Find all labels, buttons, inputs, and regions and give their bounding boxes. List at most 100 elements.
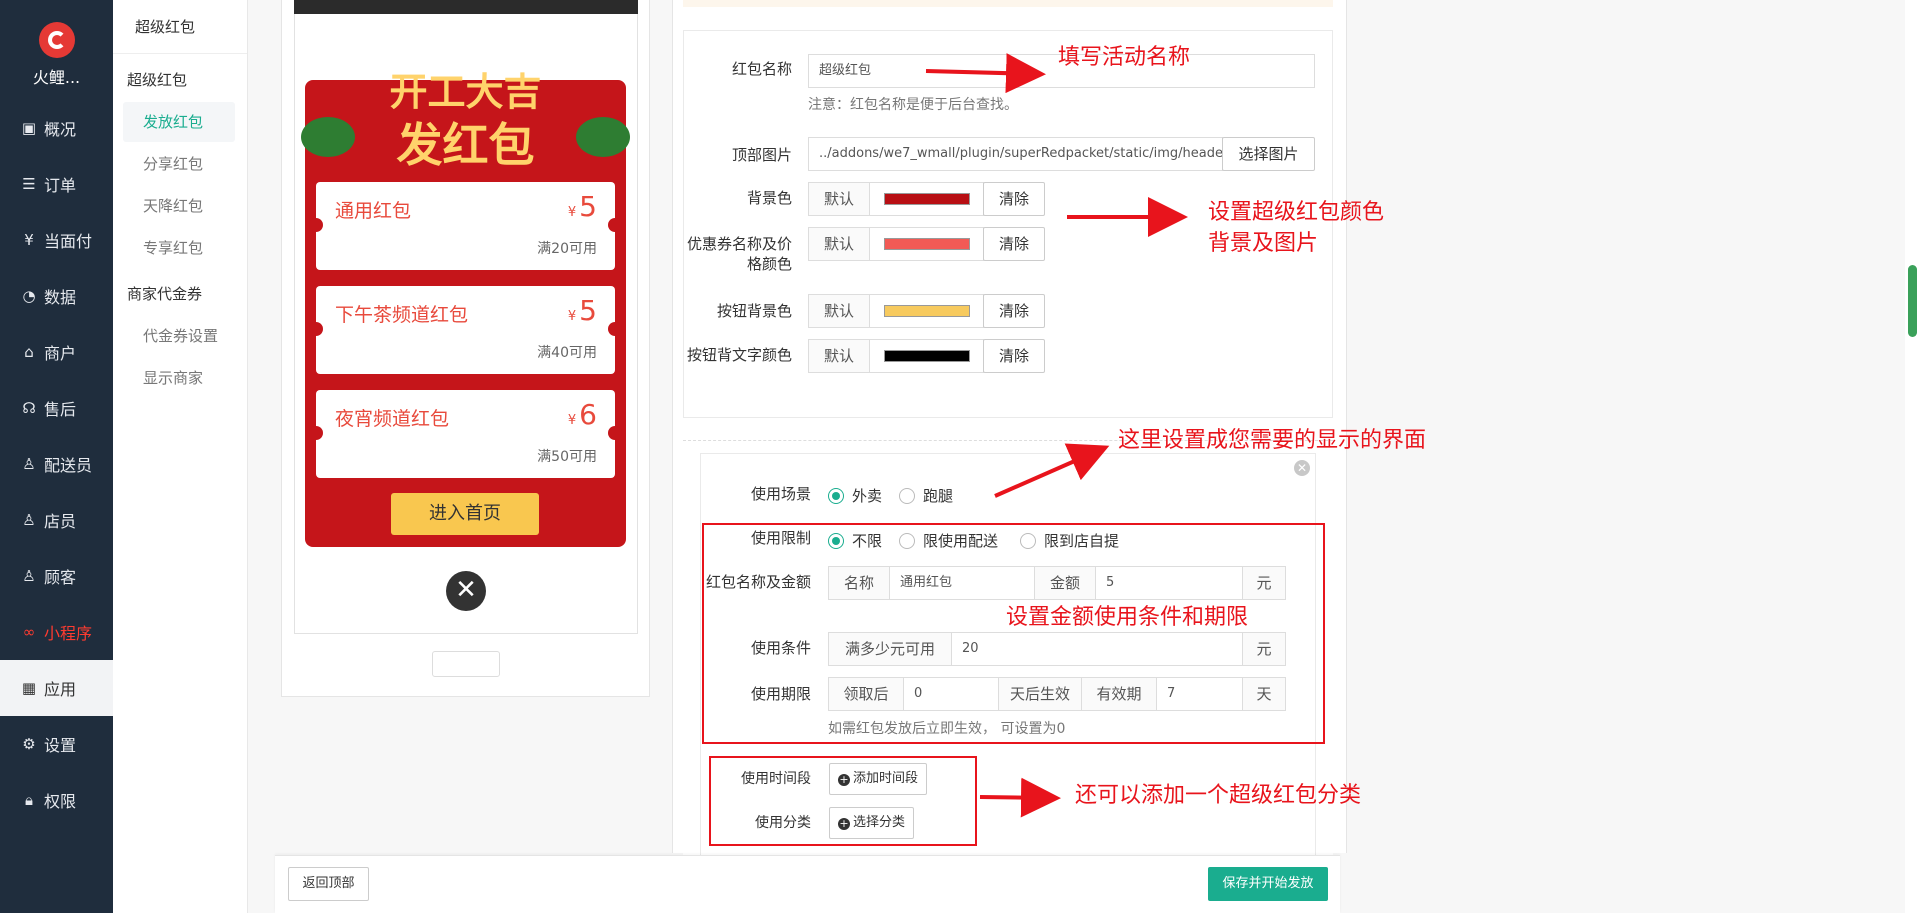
gear-icon: ⚙ <box>22 735 36 753</box>
phone-home-button <box>432 651 500 677</box>
annotation-amount: 设置金额使用条件和期限 <box>1006 605 1249 630</box>
color-label: 优惠券名称及价格颜色 <box>686 235 792 273</box>
enter-home-button[interactable]: 进入首页 <box>391 493 539 535</box>
user-icon: ♙ <box>22 511 36 529</box>
coupon-card: 下午茶频道红包 ¥5 满40可用 <box>309 286 622 374</box>
nav-item-couriers[interactable]: ♙ 配送员 <box>0 436 113 492</box>
header-image-label: 顶部图片 <box>731 146 792 164</box>
nav-item-customers[interactable]: ♙ 顾客 <box>0 548 113 604</box>
color-swatch <box>884 193 970 205</box>
default-color-button[interactable]: 默认 <box>808 294 870 328</box>
clear-color-button[interactable]: 清除 <box>983 294 1045 328</box>
select-image-button[interactable]: 选择图片 <box>1222 137 1315 171</box>
nav-item-aftersale[interactable]: ☊ 售后 <box>0 380 113 436</box>
coupon-price: ¥5 <box>567 190 597 223</box>
color-picker[interactable] <box>869 294 984 328</box>
color-label: 按钮背文字颜色 <box>686 346 792 364</box>
scene-radio-takeout[interactable]: 外卖 <box>828 485 882 506</box>
annotation-display: 这里设置成您需要的显示的界面 <box>1118 428 1427 453</box>
coupon-card: 通用红包 ¥5 满20可用 <box>309 182 622 270</box>
link-icon: ∞ <box>22 623 36 641</box>
save-and-issue-button[interactable]: 保存并开始发放 <box>1208 867 1328 901</box>
subnav-group-voucher: 商家代金券 <box>127 285 203 303</box>
coupon-card: 夜宵频道红包 ¥6 满50可用 <box>309 390 622 478</box>
main-sidebar: 火鲤... ▣ 概况 ☰ 订单 ¥ 当面付 ◔ 数据 ⌂ 商户 ☊ 售后 ♙ 配送员 ♙ 店员 … <box>0 0 113 913</box>
nav-item-orders[interactable]: ☰ 订单 <box>0 156 113 212</box>
color-label: 按钮背景色 <box>716 302 792 320</box>
notice-strip <box>683 0 1333 7</box>
scrollbar-thumb[interactable] <box>1908 265 1917 337</box>
color-picker[interactable] <box>869 339 984 373</box>
headset-icon: ☊ <box>22 399 36 417</box>
radio-dot <box>828 487 844 504</box>
coupon-name: 通用红包 <box>335 200 412 222</box>
nav-item-apps[interactable]: ▦ 应用 <box>0 660 113 716</box>
color-label: 背景色 <box>746 189 792 207</box>
close-icon[interactable]: ✕ <box>446 571 486 611</box>
list-icon: ☰ <box>22 175 36 193</box>
name-note: 注意：红包名称是便于后台查找。 <box>808 97 1018 113</box>
default-color-button[interactable]: 默认 <box>808 227 870 261</box>
calendar-icon: ▣ <box>21 119 37 137</box>
coupon-condition: 满50可用 <box>537 449 597 465</box>
clear-color-button[interactable]: 清除 <box>983 339 1045 373</box>
header-image-input[interactable]: ../addons/we7_wmall/plugin/superRedpacke… <box>808 137 1223 171</box>
clear-color-button[interactable]: 清除 <box>983 182 1045 216</box>
subnav-title: 超级红包 <box>113 0 247 54</box>
annotation-category: 还可以添加一个超级红包分类 <box>1075 783 1362 808</box>
default-color-button[interactable]: 默认 <box>808 339 870 373</box>
coupon-price: ¥6 <box>567 398 597 431</box>
color-picker[interactable] <box>869 227 984 261</box>
nav-item-permissions[interactable]: 🔒︎ 权限 <box>0 772 113 828</box>
chart-icon: ◔ <box>22 287 36 305</box>
nav-item-merchants[interactable]: ⌂ 商户 <box>0 324 113 380</box>
user-icon: ♙ <box>22 567 36 585</box>
color-swatch <box>884 305 970 317</box>
annotation-box-amount <box>702 523 1325 744</box>
nav-item-clerks[interactable]: ♙ 店员 <box>0 492 113 548</box>
brand[interactable]: 火鲤... <box>0 0 113 100</box>
subnav-item-show-merchants[interactable]: 显示商家 <box>123 358 235 398</box>
color-swatch <box>884 350 970 362</box>
subnav-item-share[interactable]: 分享红包 <box>123 144 235 184</box>
color-picker[interactable] <box>869 182 984 216</box>
scene-radio-errand[interactable]: 跑腿 <box>899 485 953 506</box>
nav-item-data[interactable]: ◔ 数据 <box>0 268 113 324</box>
nav-item-miniprogram[interactable]: ∞ 小程序 <box>0 604 113 660</box>
subnav-item-sky[interactable]: 天降红包 <box>123 186 235 226</box>
bottom-action-bar <box>275 855 1340 913</box>
coupon-price: ¥5 <box>567 294 597 327</box>
coupon-name: 夜宵频道红包 <box>335 408 450 430</box>
coupon-condition: 满20可用 <box>537 241 597 257</box>
clear-color-button[interactable]: 清除 <box>983 227 1045 261</box>
nav-item-overview[interactable]: ▣ 概况 <box>0 100 113 156</box>
yen-icon: ¥ <box>24 231 34 249</box>
default-color-button[interactable]: 默认 <box>808 182 870 216</box>
scene-label: 使用场景 <box>750 485 811 503</box>
header-title-2: 发红包 <box>396 118 535 172</box>
apps-icon: ▦ <box>21 679 37 697</box>
coupon-condition: 满40可用 <box>537 345 597 361</box>
scrollbar[interactable] <box>1905 0 1920 913</box>
subnav-item-voucher-settings[interactable]: 代金券设置 <box>123 316 235 356</box>
lock-icon: 🔒︎ <box>25 791 33 809</box>
subnav-item-exclusive[interactable]: 专享红包 <box>123 228 235 268</box>
annotation-color-line1: 设置超级红包颜色 <box>1208 200 1385 225</box>
remove-icon[interactable]: ✕ <box>1294 460 1310 476</box>
annotation-box-category <box>709 756 977 846</box>
brand-logo <box>38 22 75 58</box>
radio-dot <box>899 487 915 504</box>
store-icon: ⌂ <box>24 343 34 361</box>
annotation-fill-name: 填写活动名称 <box>1058 45 1191 70</box>
brand-name: 火鲤... <box>32 68 81 87</box>
back-to-top-button[interactable]: 返回顶部 <box>288 867 369 901</box>
header-title-1: 开工大吉 <box>389 69 542 114</box>
name-label: 红包名称 <box>731 60 792 78</box>
nav-item-facepay[interactable]: ¥ 当面付 <box>0 212 113 268</box>
sub-sidebar: 超级红包 超级红包 发放红包 分享红包 天降红包 专享红包 商家代金券 代金券设… <box>113 0 248 913</box>
subnav-item-issue[interactable]: 发放红包 <box>123 102 235 142</box>
coupon-name: 下午茶频道红包 <box>335 304 469 326</box>
color-swatch <box>884 238 970 250</box>
phone-topbar <box>294 0 638 14</box>
nav-item-settings[interactable]: ⚙ 设置 <box>0 716 113 772</box>
